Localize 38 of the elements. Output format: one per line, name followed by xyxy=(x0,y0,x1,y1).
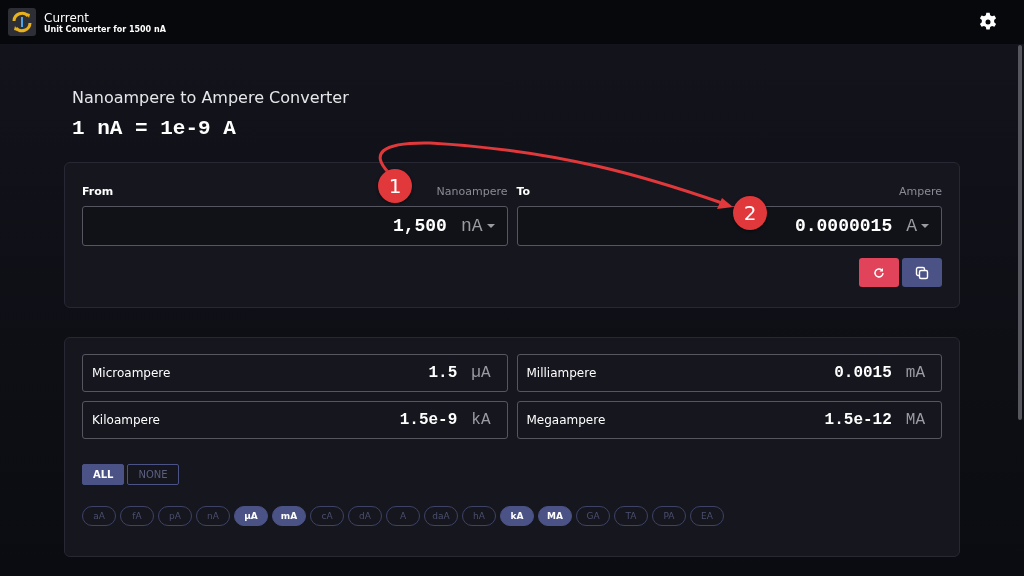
unit-chip[interactable]: mA xyxy=(272,506,306,526)
unit-chip[interactable]: kA xyxy=(500,506,534,526)
app-title: Current xyxy=(44,10,91,25)
unit-chip[interactable]: MA xyxy=(538,506,572,526)
unit-symbol: mA xyxy=(905,364,925,382)
refresh-icon xyxy=(872,265,886,280)
app-subtitle: Unit Converter for 1500 nA xyxy=(44,24,167,34)
filter-button[interactable]: ALL xyxy=(82,464,125,485)
reset-button[interactable] xyxy=(859,258,899,287)
copy-icon xyxy=(915,265,929,280)
result-value: 1.5 xyxy=(428,364,458,382)
result-value: 0.0015 xyxy=(834,364,892,382)
result-value: 1.5e-9 xyxy=(399,411,458,429)
settings-icon[interactable] xyxy=(978,12,998,32)
unit-name: Kiloampere xyxy=(92,413,161,427)
caret-icon xyxy=(921,224,929,228)
converter-title: Nanoampere to Ampere Converter xyxy=(72,88,350,107)
value-field[interactable]: 1,500 nA xyxy=(82,206,508,246)
field-label: To xyxy=(516,185,531,198)
unit-symbol: µA xyxy=(471,364,491,382)
conversion-formula: 1 nA = 1e-9 A xyxy=(72,117,237,140)
unit-name: Nanoampere xyxy=(436,185,508,198)
unit-dropdown[interactable]: A xyxy=(906,216,929,236)
unit-symbol: kA xyxy=(471,411,491,429)
unit-symbol: MA xyxy=(905,411,925,429)
unit-dropdown[interactable]: nA xyxy=(460,216,495,236)
app-logo-icon xyxy=(8,8,36,36)
unit-chip[interactable]: µA xyxy=(234,506,268,526)
unit-name: Ampere xyxy=(898,185,942,198)
result-value: 1.5e-12 xyxy=(824,411,892,429)
caret-icon xyxy=(486,224,495,228)
field-label: From xyxy=(82,185,114,198)
scrollbar[interactable] xyxy=(1018,45,1022,420)
filter-button[interactable]: NONE xyxy=(127,464,179,485)
unit-name: Microampere xyxy=(92,366,172,380)
copy-button[interactable] xyxy=(902,258,942,287)
unit-name: Megaampere xyxy=(526,413,607,427)
unit-name: Milliampere xyxy=(526,366,598,380)
